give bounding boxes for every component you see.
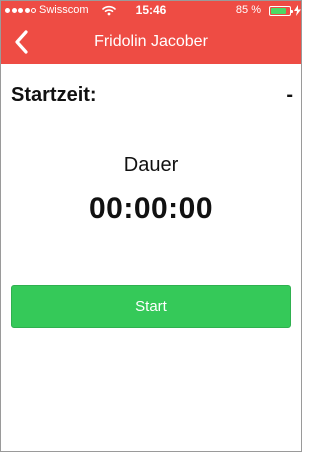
lightning-bolt-icon xyxy=(294,5,301,19)
battery-icon xyxy=(269,6,293,16)
battery-percentage: 85 % xyxy=(235,4,261,16)
page-title: Fridolin Jacober xyxy=(94,33,208,50)
header: Swisscom 15:46 85 % Fridolin Jacober xyxy=(1,1,301,64)
start-time-label: Startzeit: xyxy=(11,84,97,106)
navigation-bar: Fridolin Jacober xyxy=(1,21,301,64)
duration-value: 00:00:00 xyxy=(88,192,214,225)
start-button[interactable]: Start xyxy=(11,285,291,328)
start-time-value: - xyxy=(286,84,293,106)
battery-level-fill xyxy=(271,8,287,14)
status-bar: Swisscom 15:46 85 % xyxy=(1,1,301,21)
app-screen: Swisscom 15:46 85 % Fridolin Jacober Sta… xyxy=(0,0,302,452)
start-time-row: Startzeit: - xyxy=(11,84,293,110)
duration-label: Dauer xyxy=(123,154,179,176)
